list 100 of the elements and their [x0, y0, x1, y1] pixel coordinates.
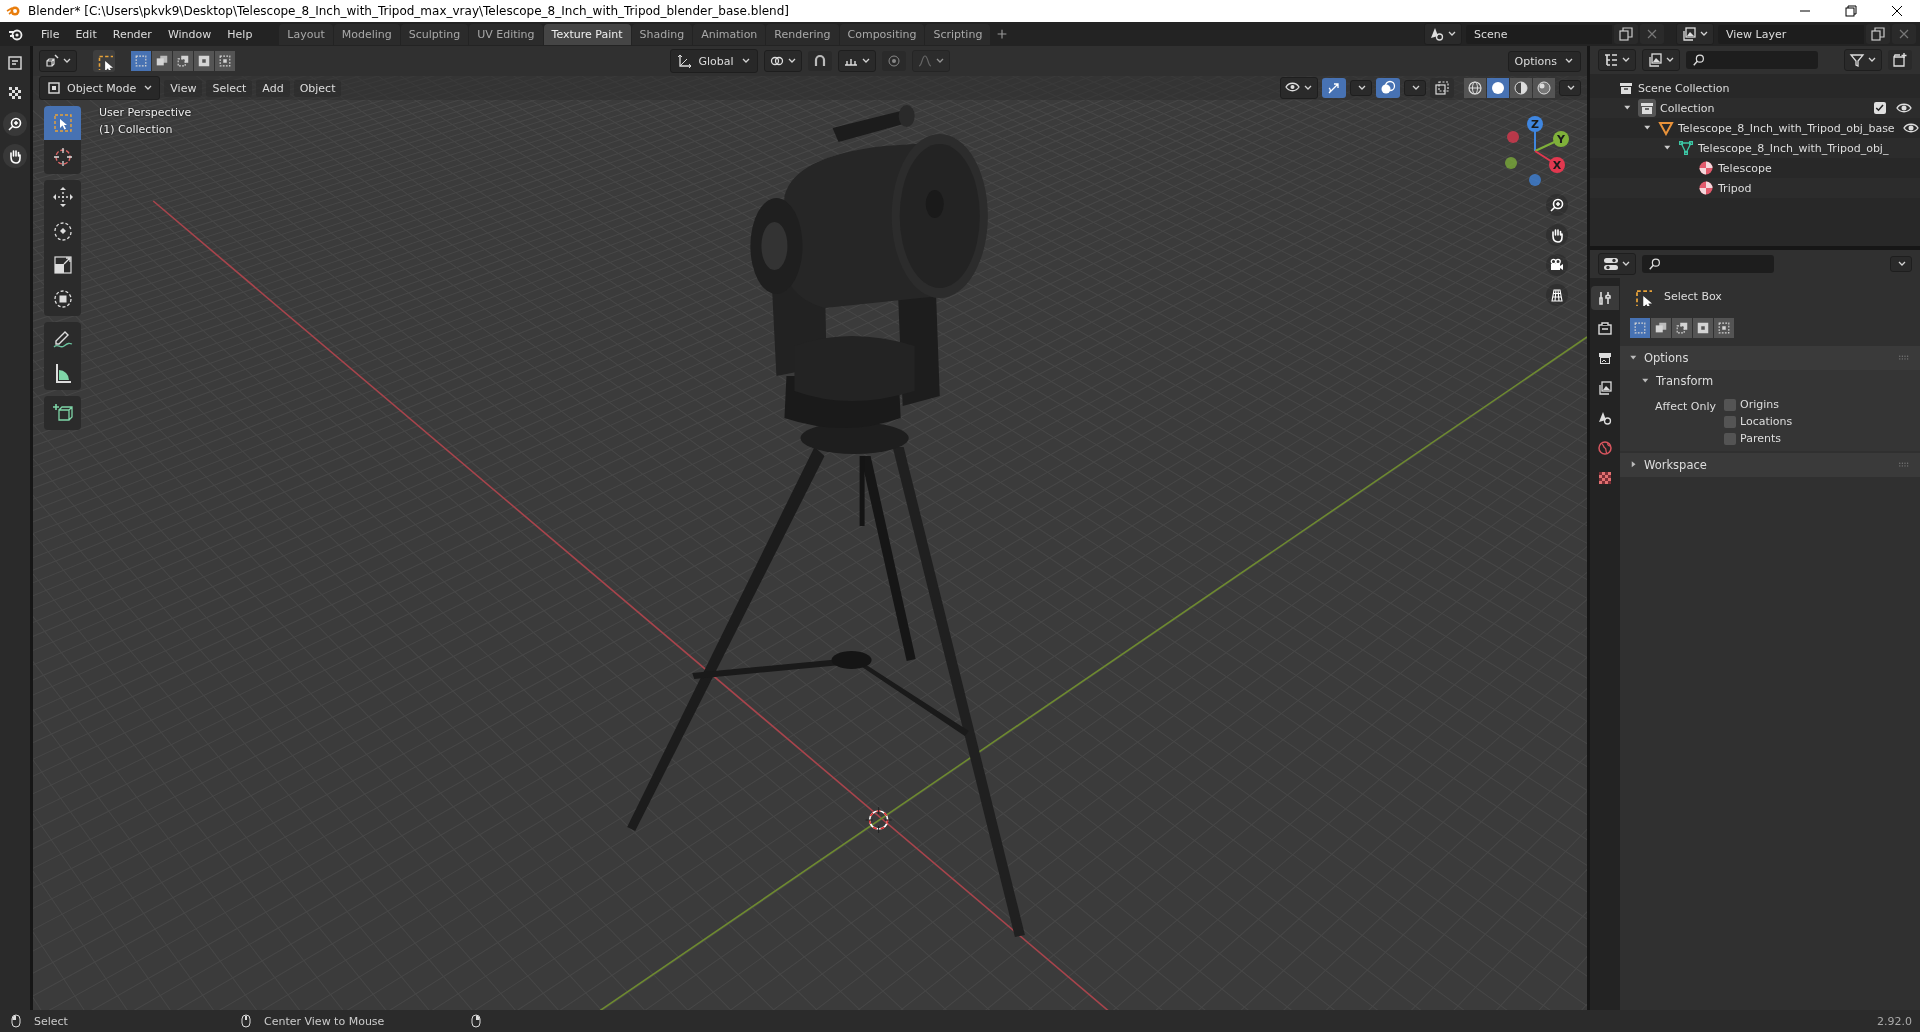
menu-item[interactable]: Window	[160, 24, 219, 44]
overlays-toggle[interactable]	[1376, 78, 1400, 98]
filter-dropdown[interactable]	[1844, 49, 1882, 71]
view-layer-field[interactable]: View Layer	[1718, 24, 1864, 44]
scene-field[interactable]: Scene	[1466, 24, 1612, 44]
workspace-tab[interactable]: Texture Paint	[543, 23, 631, 45]
tool-button[interactable]	[44, 356, 81, 390]
menu-item[interactable]: Render	[105, 24, 159, 44]
new-collection-icon[interactable]	[1888, 50, 1912, 70]
snap-toggle[interactable]	[807, 51, 832, 71]
outliner-item[interactable]: Collection	[1660, 101, 1715, 115]
select-mode-button[interactable]	[194, 51, 214, 71]
checkbox-label[interactable]: Origins	[1740, 398, 1779, 411]
checkbox[interactable]	[1724, 415, 1736, 428]
snap-target-dropdown[interactable]	[837, 50, 876, 72]
workspace-tab[interactable]: Compositing	[839, 23, 925, 45]
scene-type-dropdown[interactable]	[1424, 23, 1462, 45]
select-mode-button[interactable]	[215, 51, 235, 71]
search-field[interactable]	[1686, 51, 1818, 69]
select-mode-button[interactable]	[131, 51, 151, 71]
checkbox[interactable]	[1724, 398, 1736, 411]
editor-type-dropdown[interactable]	[1598, 253, 1636, 275]
mouse-middle-icon	[238, 1013, 254, 1029]
active-tool-button[interactable]	[93, 50, 115, 72]
duplicate-icon[interactable]	[1866, 24, 1890, 44]
3d-viewport[interactable]: Object Mode View Select Add Object User Perspective (1) Collection Z Y X	[33, 76, 1587, 1010]
workspace-tab[interactable]: Animation	[693, 23, 766, 45]
hand-icon[interactable]	[3, 144, 27, 168]
panel-header[interactable]: Workspace	[1620, 453, 1920, 477]
field-label: Affect Only	[1654, 399, 1716, 415]
shading-mode-button[interactable]	[1533, 78, 1555, 98]
tool-button[interactable]	[44, 140, 81, 174]
cursor-cube-icon	[44, 53, 60, 69]
workspace-tab[interactable]: Modeling	[333, 23, 400, 45]
select-mode-button[interactable]	[1693, 318, 1713, 338]
select-mode-button[interactable]	[1714, 318, 1734, 338]
shading-dropdown[interactable]	[1559, 80, 1581, 96]
properties-tab[interactable]	[1591, 286, 1619, 310]
pivot-dropdown[interactable]	[763, 50, 802, 72]
subpanel-header[interactable]: Transform	[1620, 370, 1920, 392]
hand-icon[interactable]	[1546, 224, 1568, 246]
select-mode-button[interactable]	[1672, 318, 1692, 338]
zoom-icon[interactable]	[3, 112, 27, 136]
square-subtract-icon	[176, 54, 190, 68]
workspace-tab[interactable]: Shading	[631, 23, 693, 45]
select-mode-button[interactable]	[1630, 318, 1650, 338]
display-mode-dropdown[interactable]	[1642, 49, 1680, 71]
shaded-sphere-icon	[1536, 80, 1552, 96]
gizmo-dropdown[interactable]	[1350, 80, 1372, 96]
visibility-dropdown[interactable]	[1280, 77, 1318, 99]
view-layer-type-dropdown[interactable]	[1676, 23, 1714, 45]
overlays-dropdown[interactable]	[1404, 80, 1426, 96]
grid-icon[interactable]	[1546, 284, 1568, 306]
shading-mode-button[interactable]	[1487, 78, 1509, 98]
menu-item[interactable]: Help	[220, 24, 260, 44]
workspace-tab[interactable]: Rendering	[766, 23, 839, 45]
navigation-gizmo[interactable]: Z Y X	[1495, 110, 1575, 194]
select-mode-button[interactable]	[173, 51, 193, 71]
zoom-icon[interactable]	[1546, 194, 1568, 216]
editor-type-dropdown[interactable]	[1598, 49, 1636, 71]
restore-icon[interactable]	[1843, 3, 1859, 19]
options-dropdown[interactable]: Options	[1507, 50, 1581, 72]
tool-button[interactable]	[44, 282, 81, 316]
checkbox[interactable]	[1724, 432, 1736, 445]
checkbox-label[interactable]: Parents	[1740, 432, 1781, 445]
menu-item[interactable]: Add	[256, 79, 290, 97]
proportional-toggle[interactable]	[881, 51, 906, 71]
exclude-checkbox[interactable]	[1874, 102, 1886, 114]
panel-header[interactable]: Options	[1620, 346, 1920, 370]
options-dropdown[interactable]	[1890, 256, 1912, 272]
checkbox-label[interactable]: Locations	[1740, 415, 1793, 428]
outliner-item[interactable]: Telescope	[1718, 161, 1772, 175]
shading-mode-button[interactable]	[1464, 78, 1486, 98]
search-field[interactable]	[1642, 255, 1774, 273]
xray-toggle[interactable]	[1430, 78, 1454, 98]
tool-button[interactable]	[44, 396, 81, 430]
menu-item[interactable]: Select	[206, 79, 253, 97]
tool-button[interactable]	[44, 180, 81, 214]
workspace-tab[interactable]: UV Editing	[469, 23, 543, 45]
mode-dropdown[interactable]: Object Mode	[39, 76, 161, 100]
outliner-item[interactable]: Telescope_8_Inch_with_Tripod_obj_base	[1678, 121, 1895, 135]
workspace-tab[interactable]: Scripting	[925, 23, 991, 45]
close-icon[interactable]	[1889, 3, 1905, 19]
tool-button[interactable]	[44, 322, 81, 356]
camera-icon[interactable]	[1546, 254, 1568, 276]
select-mode-button[interactable]	[152, 51, 172, 71]
duplicate-icon[interactable]	[1614, 24, 1638, 44]
gizmo-toggle[interactable]	[1322, 78, 1346, 98]
select-mode-button[interactable]	[1651, 318, 1671, 338]
menu-item[interactable]: Edit	[68, 24, 104, 44]
menu-item[interactable]: View	[164, 79, 203, 97]
workspace-tab[interactable]: Sculpting	[400, 23, 469, 45]
outliner-item[interactable]: Scene Collection	[1638, 81, 1730, 95]
menu-item[interactable]: File	[34, 24, 67, 44]
outliner-item[interactable]: Tripod	[1718, 181, 1752, 195]
editor-type-dropdown[interactable]	[39, 50, 77, 72]
orientation-dropdown[interactable]: Global	[670, 49, 758, 73]
menu-item[interactable]: Object	[293, 79, 342, 97]
workspace-tab[interactable]: Layout	[279, 23, 333, 45]
shading-mode-button[interactable]	[1510, 78, 1532, 98]
